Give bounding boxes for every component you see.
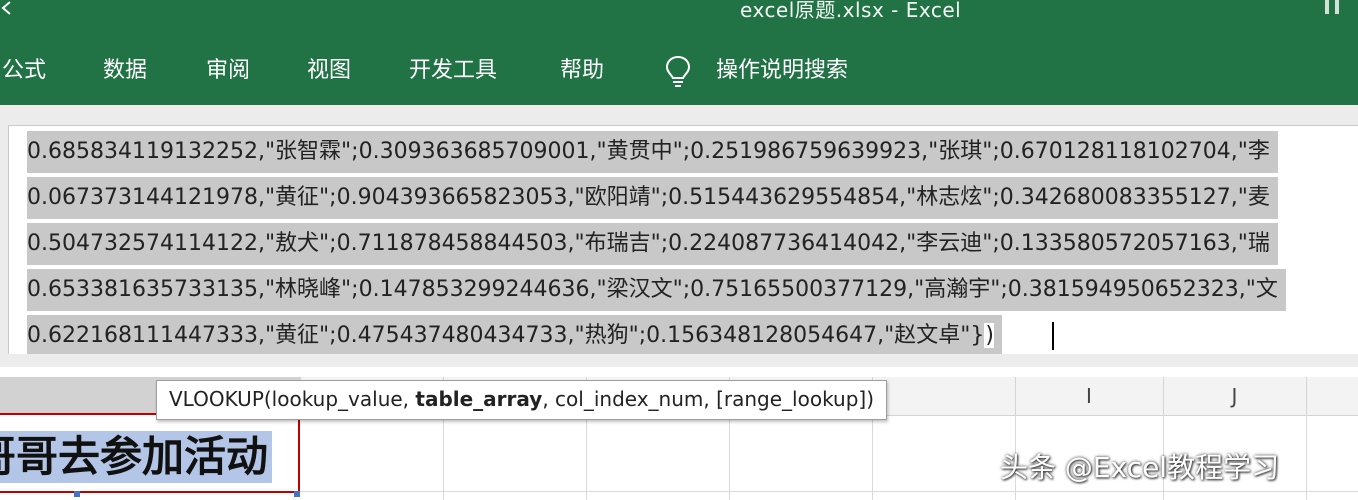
tab-formulas[interactable]: 公式 bbox=[2, 55, 46, 87]
back-arrow-icon[interactable] bbox=[0, 0, 14, 16]
tab-help[interactable]: 帮助 bbox=[560, 55, 604, 87]
tell-me-search[interactable]: 操作说明搜索 bbox=[716, 55, 848, 87]
column-header[interactable] bbox=[1306, 377, 1358, 415]
column-header[interactable] bbox=[872, 377, 1016, 415]
formula-input[interactable]: 0.685834119132252,"张智霖";0.30936368570900… bbox=[8, 125, 1358, 354]
formula-line: 0.622168111447333,"黄征";0.475437480434733… bbox=[27, 315, 1002, 354]
tab-view[interactable]: 视图 bbox=[307, 55, 351, 87]
formula-trailing-paren: ) bbox=[984, 323, 994, 348]
selection-handle[interactable] bbox=[294, 491, 300, 497]
tooltip-suffix: , col_index_num, [range_lookup]) bbox=[542, 387, 875, 411]
formula-line: 0.685834119132252,"张智霖";0.30936368570900… bbox=[27, 131, 1278, 173]
formula-line: 0.653381635733135,"林晓峰";0.14785329924463… bbox=[27, 269, 1286, 311]
tooltip-current-argument[interactable]: table_array bbox=[415, 387, 542, 411]
tab-data[interactable]: 数据 bbox=[103, 55, 147, 87]
gridline bbox=[872, 415, 873, 500]
selection-handle[interactable] bbox=[74, 491, 80, 497]
watermark: 头条 @Excel教程学习 bbox=[1000, 451, 1280, 484]
tab-developer[interactable]: 开发工具 bbox=[409, 55, 497, 87]
formula-line: 0.067373144121978,"黄征";0.904393665823053… bbox=[27, 177, 1278, 219]
formula-line-text: 0.622168111447333,"黄征";0.475437480434733… bbox=[27, 323, 985, 348]
column-header-j[interactable]: J bbox=[1163, 377, 1307, 415]
gridline bbox=[443, 415, 444, 500]
gridline bbox=[1306, 415, 1307, 500]
active-cell[interactable]: 哥哥去参加活动 bbox=[0, 413, 300, 493]
title-bar: excel原题.xlsx - Excel 公式 数据 审阅 视图 开发工具 帮助… bbox=[0, 0, 1358, 105]
gridline bbox=[586, 415, 587, 500]
gridline bbox=[729, 415, 730, 500]
tooltip-prefix: VLOOKUP(lookup_value, bbox=[169, 387, 416, 411]
restore-window-icon[interactable] bbox=[1322, 0, 1344, 16]
column-header-i[interactable]: I bbox=[1015, 377, 1164, 415]
lightbulb-icon[interactable] bbox=[664, 54, 692, 88]
window-title: excel原题.xlsx - Excel bbox=[740, 0, 962, 22]
function-signature-tooltip: VLOOKUP(lookup_value, table_array, col_i… bbox=[156, 380, 888, 420]
cell-text: 哥哥去参加活动 bbox=[0, 431, 273, 483]
formula-bar-area: 0.685834119132252,"张智霖";0.30936368570900… bbox=[0, 105, 1358, 367]
formula-line: 0.504732574114122,"敖犬";0.711878458844503… bbox=[27, 223, 1278, 265]
text-cursor bbox=[1052, 322, 1054, 350]
tab-review[interactable]: 审阅 bbox=[206, 55, 250, 87]
